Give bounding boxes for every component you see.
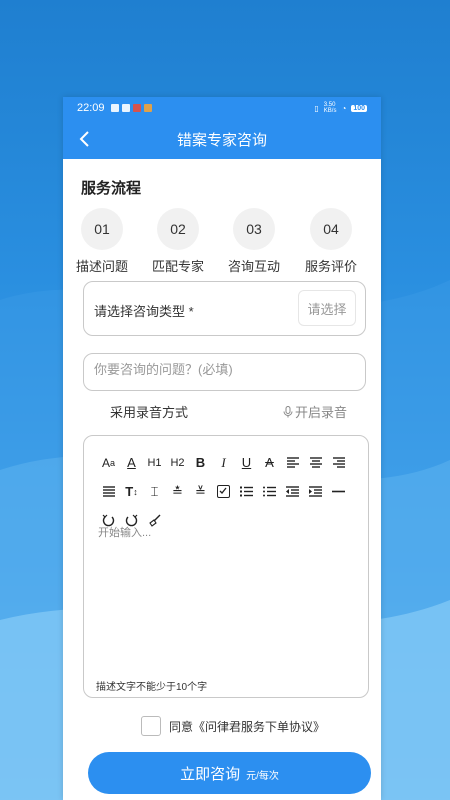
status-time: 22:09 [77, 102, 105, 114]
editor-toolbar: Aa A H1 H2 B I U A T ↕ ⌶ ≛ ≚ [97, 448, 357, 535]
agreement-row: 同意《问律君服务下单协议》 [141, 716, 325, 736]
align-center-icon[interactable] [304, 452, 327, 474]
notification-icon [110, 104, 119, 112]
record-mode-label[interactable]: 采用录音方式 [110, 402, 188, 421]
network-speed: 3.50 KB/s [323, 102, 337, 114]
ordered-list-icon[interactable] [235, 481, 258, 503]
consult-type-label: 请选择咨询类型 * [94, 304, 194, 319]
step-number: 02 [157, 208, 199, 250]
app-screen: 22:09 ▯ 3.50 KB/s ◔ 100 错案专家咨询 服务流程 01 描… [63, 97, 381, 800]
letter-spacing-icon[interactable]: ⌶ [143, 481, 166, 503]
consult-type-selector[interactable]: 请选择咨询类型 * 请选择 [83, 281, 366, 336]
step-number: 03 [233, 208, 275, 250]
submit-label: 立即咨询 [180, 765, 241, 783]
align-left-icon[interactable] [281, 452, 304, 474]
paragraph-spacing-before-icon[interactable]: ≛ [166, 481, 189, 503]
start-recording-button[interactable]: 开启录音 [283, 402, 347, 421]
step-number: 04 [310, 208, 352, 250]
mail-icon [121, 104, 130, 112]
status-bar: 22:09 ▯ 3.50 KB/s ◔ 100 [63, 97, 381, 119]
heading-2-icon[interactable]: H2 [166, 452, 189, 474]
step-label: 描述问题 [75, 259, 128, 274]
question-input[interactable] [94, 362, 354, 377]
step-1: 01 描述问题 [72, 208, 132, 275]
step-2: 02 匹配专家 [148, 208, 208, 275]
italic-icon[interactable]: I [212, 452, 235, 474]
paragraph-spacing-after-icon[interactable]: ≚ [189, 481, 212, 503]
outdent-icon[interactable] [281, 481, 304, 503]
step-label: 服务评价 [304, 259, 357, 274]
step-4: 04 服务评价 [301, 208, 361, 275]
heading-1-icon[interactable]: H1 [143, 452, 166, 474]
rich-text-editor[interactable]: Aa A H1 H2 B I U A T ↕ ⌶ ≛ ≚ 开始输入... 描述文… [83, 435, 369, 698]
microphone-icon [283, 405, 293, 417]
font-color-icon[interactable]: A [120, 452, 143, 474]
font-size-icon[interactable]: Aa [97, 452, 120, 474]
indent-icon[interactable] [304, 481, 327, 503]
editor-hint: 描述文字不能少于10个字 [96, 682, 208, 693]
chevron-left-icon [79, 131, 89, 147]
page-title: 错案专家咨询 [176, 131, 267, 149]
agreement-link[interactable]: 同意《问律君服务下单协议》 [169, 718, 325, 735]
price-unit: 元/每次 [246, 771, 279, 782]
checklist-icon[interactable] [212, 481, 235, 503]
underline-icon[interactable]: U [235, 452, 258, 474]
question-field-box[interactable] [83, 353, 366, 391]
wifi-icon: ◔ [341, 103, 347, 113]
process-title: 服务流程 [81, 180, 142, 197]
app-badge-icon-2 [143, 104, 152, 112]
agreement-checkbox[interactable] [141, 716, 161, 736]
vibrate-icon: ▯ [314, 103, 319, 113]
nav-bar: 错案专家咨询 [63, 119, 381, 159]
unordered-list-icon[interactable] [258, 481, 281, 503]
horizontal-rule-icon[interactable] [327, 481, 350, 503]
step-label: 咨询互动 [227, 259, 280, 274]
back-button[interactable] [75, 129, 95, 149]
start-recording-label: 开启录音 [295, 405, 348, 420]
justify-icon[interactable] [97, 481, 120, 503]
strikethrough-icon[interactable]: A [258, 452, 281, 474]
bold-icon[interactable]: B [189, 452, 212, 474]
line-height-icon[interactable]: T ↕ [120, 481, 143, 503]
consult-type-select-button[interactable]: 请选择 [298, 290, 356, 326]
editor-placeholder[interactable]: 开始输入... [98, 524, 151, 540]
align-right-icon[interactable] [327, 452, 350, 474]
app-badge-icon [132, 104, 141, 112]
battery-icon: 100 [351, 104, 367, 112]
step-number: 01 [81, 208, 123, 250]
submit-consult-button[interactable]: 立即咨询 元/每次 [88, 752, 371, 794]
step-3: 03 咨询互动 [224, 208, 284, 275]
step-label: 匹配专家 [151, 259, 204, 274]
